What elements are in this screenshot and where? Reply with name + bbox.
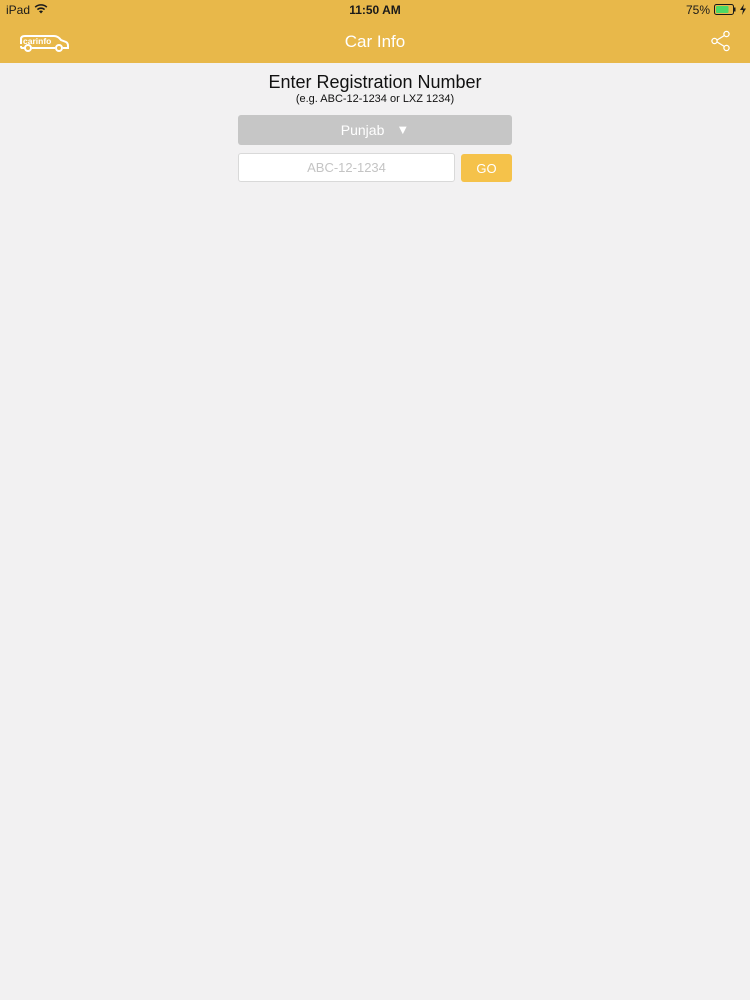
charging-bolt-icon [740, 4, 746, 15]
status-bar: iPad 11:50 AM 75% [0, 0, 750, 20]
chevron-down-icon: ▼ [396, 122, 410, 137]
battery-icon [714, 4, 736, 15]
page-title: Car Info [344, 32, 406, 51]
form-example-hint: (e.g. ABC-12-1234 or LXZ 1234) [295, 93, 455, 105]
app-header: iPad 11:50 AM 75% carinfo Car Info [0, 0, 750, 63]
share-icon[interactable] [710, 30, 732, 52]
registration-number-input[interactable] [238, 153, 455, 182]
battery-percent: 75% [685, 3, 710, 17]
province-dropdown[interactable]: Punjab ▼ [238, 115, 512, 145]
go-button[interactable]: GO [461, 154, 512, 182]
status-time: 11:50 AM [349, 3, 401, 17]
province-selected-value: Punjab [340, 122, 385, 138]
form-heading: Enter Registration Number [268, 72, 482, 92]
